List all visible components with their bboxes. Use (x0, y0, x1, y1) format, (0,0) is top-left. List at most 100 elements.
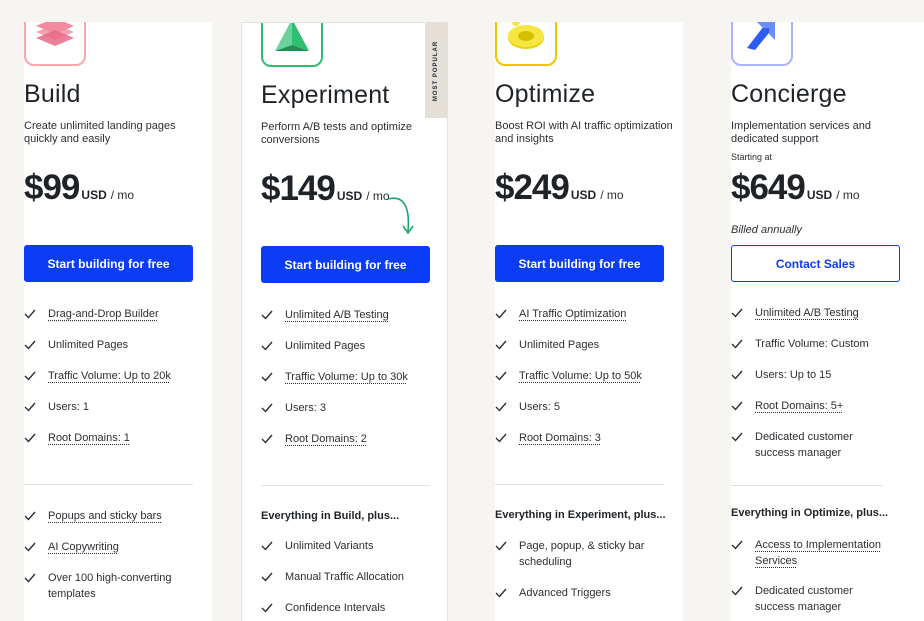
feature-item: Root Domains: 5+ (731, 398, 911, 414)
check-icon (731, 398, 743, 414)
check-icon (495, 585, 507, 601)
billed-annually-note: Billed annually (731, 224, 802, 236)
extras-heading: Everything in Experiment, plus... (495, 509, 666, 521)
divider (495, 484, 664, 485)
feature-item: Dedicated customer success manager (731, 583, 861, 615)
check-icon (261, 569, 273, 585)
feature-item: Dedicated customer success manager (731, 429, 861, 461)
check-icon (261, 338, 273, 354)
feature-item: AI Traffic Optimization (495, 306, 675, 322)
start-building-button[interactable]: Start building for free (24, 245, 193, 282)
divider (24, 484, 193, 485)
price-period: / mo (110, 188, 135, 202)
price-period: / mo (600, 188, 624, 202)
check-icon (24, 337, 36, 353)
check-icon (731, 429, 743, 445)
feature-item: Traffic Volume: Custom (731, 336, 911, 352)
feature-item: Page, popup, & sticky bar scheduling (495, 538, 675, 570)
plan-card-concierge: Concierge Implementation services and de… (731, 22, 924, 621)
feature-list: Unlimited A/B Testing Unlimited Pages Tr… (261, 307, 441, 447)
check-icon (261, 538, 273, 554)
feature-item: Manual Traffic Allocation (261, 569, 441, 585)
check-icon (731, 537, 743, 553)
build-layers-icon (24, 22, 86, 66)
price-amount: $249 (495, 168, 570, 207)
feature-item: Drag-and-Drop Builder (24, 306, 204, 322)
feature-list: AI Traffic Optimization Unlimited Pages … (495, 306, 675, 446)
feature-item: Unlimited Pages (24, 337, 204, 353)
extras-list: Page, popup, & sticky bar scheduling Adv… (495, 538, 675, 601)
check-icon (24, 539, 36, 555)
check-icon (261, 431, 273, 447)
feature-item: AI Copywriting (24, 539, 204, 555)
feature-item: Traffic Volume: Up to 20k (24, 368, 204, 384)
feature-item: Confidence Intervals (261, 600, 441, 616)
feature-item: Traffic Volume: Up to 50k (495, 368, 675, 384)
price-currency: USD (570, 188, 597, 202)
plan-description: Create unlimited landing pages quickly a… (24, 120, 176, 145)
divider (731, 485, 883, 486)
feature-item: Users: 3 (261, 400, 441, 416)
start-building-button[interactable]: Start building for free (261, 246, 430, 283)
check-icon (495, 368, 507, 384)
check-icon (731, 583, 743, 599)
feature-item: Unlimited A/B Testing (731, 305, 911, 321)
feature-item: Root Domains: 1 (24, 430, 204, 446)
feature-item: Root Domains: 2 (261, 431, 441, 447)
plan-card-build: Build Create unlimited landing pages qui… (24, 22, 212, 621)
feature-item: Root Domains: 3 (495, 430, 675, 446)
price-starting-label: Starting at (731, 152, 773, 162)
check-icon (731, 367, 743, 383)
start-building-button[interactable]: Start building for free (495, 245, 664, 282)
check-icon (261, 369, 273, 385)
plan-card-experiment-inner: Experiment Perform A/B tests and optimiz… (261, 23, 447, 621)
check-icon (495, 430, 507, 446)
extras-list: Popups and sticky bars AI Copywriting Ov… (24, 508, 204, 602)
check-icon (24, 570, 36, 586)
extras-list: Access to Implementation Services Dedica… (731, 537, 911, 615)
price-amount: $649 (731, 168, 806, 207)
check-icon (261, 307, 273, 323)
concierge-arrow-icon (731, 22, 793, 66)
feature-item: Access to Implementation Services (731, 537, 881, 569)
check-icon (495, 399, 507, 415)
check-icon (495, 337, 507, 353)
check-icon (261, 600, 273, 616)
plan-card-optimize: Optimize Boost ROI with AI traffic optim… (495, 22, 683, 621)
price-amount: $99 (24, 168, 80, 207)
divider (261, 485, 430, 486)
feature-item: Advanced Triggers (495, 585, 675, 601)
check-icon (731, 336, 743, 352)
plan-description: Implementation services and dedicated su… (731, 120, 872, 145)
price-currency: USD (81, 188, 107, 202)
plan-price: $99 USD / mo (24, 168, 134, 208)
feature-item: Unlimited A/B Testing (261, 307, 441, 323)
plan-card-experiment: Experiment Perform A/B tests and optimiz… (241, 22, 448, 621)
check-icon (261, 400, 273, 416)
most-popular-badge: MOST POPULAR (425, 23, 447, 118)
feature-list: Drag-and-Drop Builder Unlimited Pages Tr… (24, 306, 204, 446)
check-icon (24, 306, 36, 322)
feature-item: Unlimited Pages (261, 338, 441, 354)
check-icon (495, 538, 507, 554)
contact-sales-button[interactable]: Contact Sales (731, 245, 900, 282)
extras-heading: Everything in Optimize, plus... (731, 507, 889, 519)
plan-price: $249 USD / mo (495, 168, 624, 208)
price-period: / mo (836, 188, 860, 202)
price-currency: USD (336, 189, 363, 203)
plan-price: $149 USD / mo (261, 169, 390, 209)
plan-title: Experiment (261, 81, 390, 109)
extras-heading: Everything in Build, plus... (261, 510, 400, 522)
feature-item: Over 100 high-converting templates (24, 570, 204, 602)
experiment-pyramid-icon (261, 23, 323, 67)
feature-list: Unlimited A/B Testing Traffic Volume: Cu… (731, 305, 911, 461)
price-currency: USD (806, 188, 833, 202)
plan-description: Boost ROI with AI traffic optimization a… (495, 120, 673, 145)
plan-price: $649 USD / mo (731, 168, 860, 208)
plan-title: Concierge (731, 80, 847, 108)
feature-item: Users: 5 (495, 399, 675, 415)
feature-item: Traffic Volume: Up to 30k (261, 369, 441, 385)
check-icon (495, 306, 507, 322)
check-icon (24, 430, 36, 446)
check-icon (24, 399, 36, 415)
